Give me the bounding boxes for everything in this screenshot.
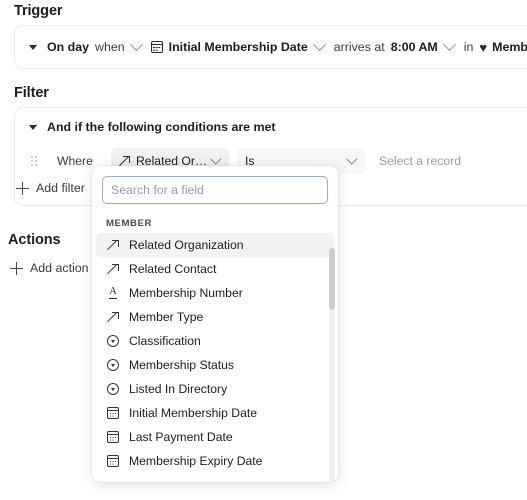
field-option-label: Last Payment Date [129,430,233,444]
trigger-row: On day when Initial Membership Date arriv… [15,37,527,55]
trigger-field-label[interactable]: Initial Membership Date [169,40,308,54]
trigger-card[interactable]: On day when Initial Membership Date arriv… [14,25,527,69]
field-search-wrapper [92,166,338,213]
dropdown-scrollbar-thumb[interactable] [329,248,335,310]
trigger-in-label: in [463,40,474,54]
plus-icon [10,261,23,275]
single-select-icon [106,335,120,347]
link-arrow-icon [106,311,120,323]
field-option-label: Listed In Directory [129,382,228,396]
chevron-down-icon[interactable] [312,37,326,51]
field-option-membership-number[interactable]: A Membership Number [96,281,334,305]
triangle-down-icon[interactable] [29,44,37,50]
field-option-label: Member Type [129,310,204,324]
filter-section-heading: Filter [14,85,49,101]
field-option-membership-expiry-date[interactable]: Membership Expiry Date [96,449,334,473]
field-option-membership-status[interactable]: Membership Status [96,353,334,377]
link-arrow-icon [106,239,120,251]
field-option-related-contact[interactable]: Related Contact [96,257,334,281]
field-option-listed-in-directory[interactable]: Listed In Directory [96,377,334,401]
field-option-label: Initial Membership Date [129,406,258,420]
trigger-time-value[interactable]: 8:00 AM [391,40,438,54]
add-action-button[interactable]: Add action [10,261,89,275]
trigger-section-heading: Trigger [14,3,63,19]
link-arrow-icon [119,155,130,167]
field-option-label: Membership Expiry Date [129,454,263,468]
field-picker-dropdown: MEMBER Related Organization Related Conta… [92,166,338,482]
triangle-down-icon[interactable] [29,124,37,130]
chevron-down-icon[interactable] [442,37,456,51]
filter-conditions-row[interactable]: And if the following conditions are met [29,120,276,134]
field-option-label: Related Organization [129,238,244,252]
plus-icon [16,181,29,195]
filter-conditions-label: And if the following conditions are met [47,120,276,134]
field-option-label: Membership Number [129,286,243,300]
field-option-last-payment-date[interactable]: Last Payment Date [96,425,334,449]
heart-icon: ♥ [479,39,488,55]
calendar-icon [106,455,120,467]
trigger-arrives-label: arrives at [333,40,385,54]
link-arrow-icon [106,263,120,275]
filter-value-placeholder: Select a record [379,154,461,168]
field-option-initial-membership-date[interactable]: Initial Membership Date [96,401,334,425]
calendar-icon [106,407,120,419]
filter-value-input[interactable]: Select a record [375,148,469,174]
chevron-down-icon[interactable] [129,37,143,51]
trigger-table-label[interactable]: Members [492,40,527,54]
trigger-condition-label[interactable]: On day [47,40,89,54]
single-select-icon [106,359,120,371]
add-filter-button[interactable]: Add filter [16,181,85,195]
field-option-classification[interactable]: Classification [96,329,334,353]
chevron-down-icon [345,153,357,165]
field-option-label: Classification [129,334,201,348]
field-search-input[interactable] [102,176,328,204]
calendar-icon [106,431,120,443]
automation-editor: Trigger On day when Initial Membership Da… [0,0,527,500]
text-field-icon: A [109,286,117,299]
drag-handle-icon[interactable] [31,155,45,167]
field-option-label: Membership Status [129,358,234,372]
single-select-icon [106,383,120,395]
field-group-label: MEMBER [106,218,152,229]
chevron-down-icon [209,153,221,165]
field-option-list[interactable]: Related Organization Related Contact A Memb… [92,233,338,477]
field-option-related-organization[interactable]: Related Organization [96,233,334,257]
field-option-member-type[interactable]: Member Type [96,305,334,329]
actions-section-heading: Actions [8,232,61,248]
add-action-label: Add action [30,261,89,275]
calendar-icon [150,41,163,53]
trigger-when-label[interactable]: when [95,40,125,54]
add-filter-label: Add filter [36,181,85,195]
field-option-label: Related Contact [129,262,217,276]
